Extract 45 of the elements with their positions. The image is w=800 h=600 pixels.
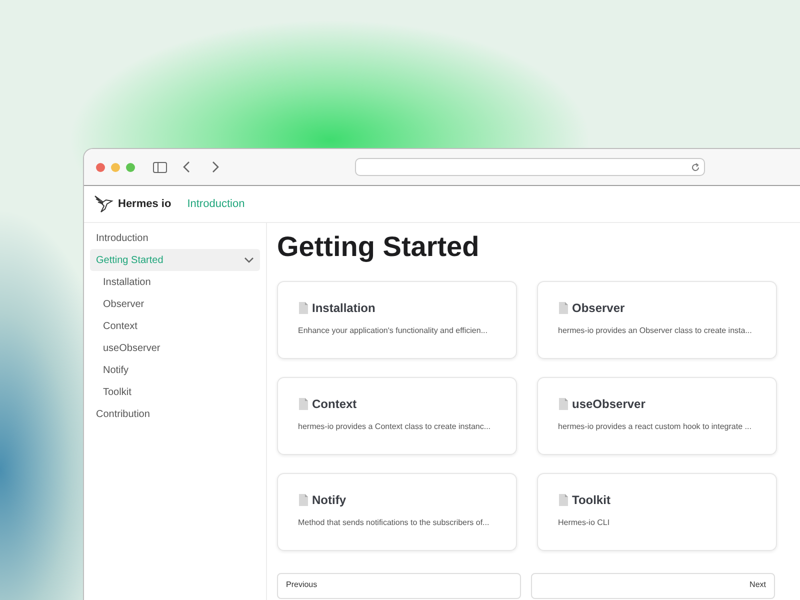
- reload-icon[interactable]: [691, 162, 700, 172]
- card-title: Notify: [312, 493, 346, 507]
- document-icon: [298, 494, 309, 506]
- card-description: Method that sends notifications to the subscribers of...: [298, 518, 490, 527]
- zoom-dot[interactable]: [126, 162, 135, 172]
- card-description: hermes-io provides a Context class to create instanc...: [298, 422, 492, 431]
- next-link[interactable]: Next: [531, 573, 775, 599]
- sidebar-item[interactable]: useObserver: [90, 337, 260, 359]
- card-description: hermes-io provides a react custom hook to integrate ...: [558, 422, 752, 431]
- doc-card[interactable]: Toolkit Hermes-io CLI: [537, 473, 777, 551]
- sidebar-item[interactable]: Observer: [90, 293, 260, 315]
- card-title: Installation: [312, 301, 376, 315]
- forward-icon[interactable]: [212, 161, 219, 173]
- doc-card[interactable]: Notify Method that sends notifications to the subscribers of...: [277, 473, 517, 551]
- doc-card[interactable]: useObserver hermes-io provides a react custom hook to integrate ...: [537, 377, 777, 455]
- card-title: useObserver: [572, 397, 646, 411]
- document-icon: [558, 302, 569, 314]
- sidebar-item[interactable]: Introduction: [90, 227, 260, 249]
- card-title: Observer: [572, 301, 625, 315]
- sidebar-item[interactable]: Toolkit: [90, 381, 260, 403]
- page-title: Getting Started: [277, 231, 480, 263]
- bird-logo-icon: [94, 194, 114, 214]
- back-icon[interactable]: [183, 161, 190, 173]
- sidebar-toggle-icon[interactable]: [153, 162, 167, 172]
- document-icon: [558, 398, 569, 410]
- sidebar-item[interactable]: Notify: [90, 359, 260, 381]
- document-icon: [558, 494, 569, 506]
- sidebar-item[interactable]: Contribution: [90, 403, 260, 425]
- doc-card[interactable]: Context hermes-io provides a Context class to create instanc...: [277, 377, 517, 455]
- doc-card[interactable]: Installation Enhance your application's functionality and efficien...: [277, 281, 517, 359]
- card-title: Context: [312, 397, 357, 411]
- site-name: Hermes io: [118, 198, 172, 210]
- sidebar-item[interactable]: Context: [90, 315, 260, 337]
- card-description: Enhance your application's functionality and efficien...: [298, 326, 488, 335]
- doc-card[interactable]: Observer hermes-io provides an Observer class to create insta...: [537, 281, 777, 359]
- minimize-dot[interactable]: [111, 162, 120, 172]
- chevron-icon: [244, 257, 254, 263]
- sidebar-item[interactable]: Installation: [90, 271, 260, 293]
- previous-link[interactable]: Previous: [277, 573, 521, 599]
- document-icon: [298, 302, 309, 314]
- card-title: Toolkit: [572, 493, 610, 507]
- card-description: Hermes-io CLI: [558, 518, 611, 527]
- close-dot[interactable]: [96, 162, 105, 172]
- document-icon: [298, 398, 309, 410]
- card-description: hermes-io provides an Observer class to create insta...: [558, 326, 753, 335]
